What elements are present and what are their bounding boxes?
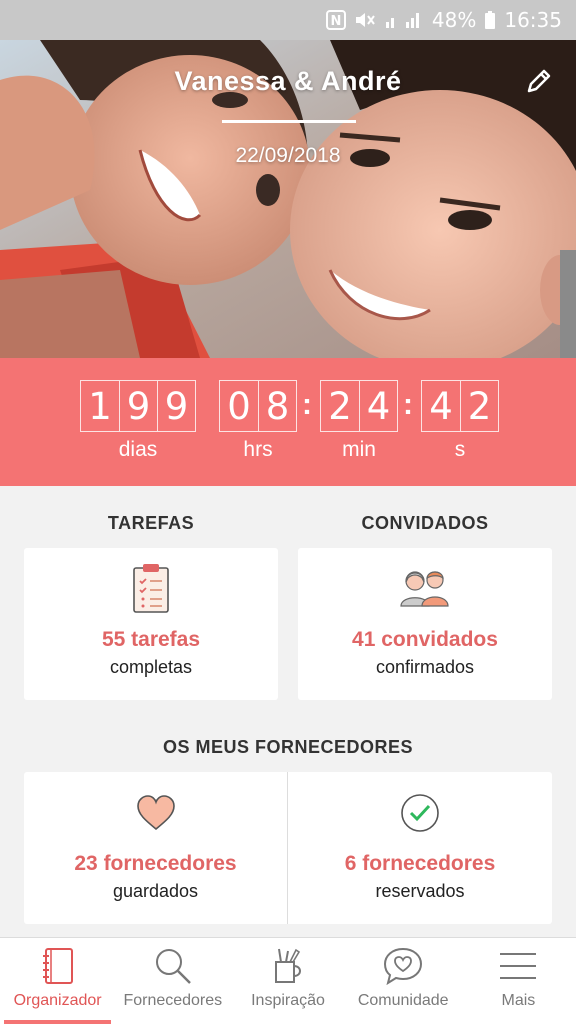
battery-icon [484, 10, 496, 30]
couple-photo-header: Vanessa & André 22/09/2018 [0, 40, 576, 358]
nfc-icon: N [325, 10, 346, 30]
minutes-digit: 4 [359, 381, 397, 431]
booked-vendors[interactable]: 6 fornecedores reservados [288, 772, 552, 924]
saved-vendors-count: 23 fornecedores [74, 852, 237, 875]
bottom-navigation: Organizador Fornecedores Inspiração Comu… [0, 937, 576, 1024]
seconds-digit: 4 [429, 384, 453, 428]
nav-comunidade[interactable]: Comunidade [346, 938, 461, 1024]
hours-digit: 0 [227, 384, 251, 428]
couple-names: Vanessa & André [174, 66, 402, 96]
nav-fornecedores[interactable]: Fornecedores [115, 938, 230, 1024]
wedding-date: 22/09/2018 [235, 144, 341, 167]
guests-card[interactable]: 41 convidados confirmados [298, 548, 552, 700]
days-digit: 9 [119, 381, 157, 431]
heart-icon [136, 795, 175, 831]
seconds-label: s [454, 438, 466, 461]
countdown-seconds: 4 2 s [421, 380, 499, 462]
notebook-icon [42, 948, 73, 984]
guests-section-title: CONVIDADOS [361, 513, 489, 533]
nav-label: Inspiração [251, 992, 325, 1009]
tasks-card[interactable]: 55 tarefas completas [24, 548, 278, 700]
check-circle-icon [401, 794, 439, 832]
guests-status: confirmados [375, 657, 475, 677]
minutes-digit: 2 [328, 384, 352, 428]
tasks-section-title: TAREFAS [107, 513, 195, 533]
pencil-edit-icon[interactable] [524, 66, 554, 96]
minutes-label: min [342, 438, 376, 461]
saved-vendors-status: guardados [112, 881, 199, 901]
status-bar: N 48% 16:35 [0, 0, 576, 40]
chat-heart-icon [384, 947, 423, 986]
nav-label: Mais [501, 992, 536, 1009]
tasks-status: completas [109, 657, 193, 677]
nav-label: Fornecedores [123, 992, 223, 1009]
seconds-digit: 2 [460, 381, 498, 431]
vendors-card: 23 fornecedores guardados 6 fornecedores… [24, 772, 552, 924]
hours-digit: 8 [258, 381, 296, 431]
saved-vendors[interactable]: 23 fornecedores guardados [24, 772, 287, 924]
checklist-clipboard-icon [133, 564, 169, 613]
countdown-minutes: 2 4 min [320, 380, 398, 462]
days-digit: 9 [157, 381, 195, 431]
countdown-hours: 0 8 hrs [219, 380, 297, 462]
wedding-countdown: 1 9 9 dias 0 8 hrs : 2 4 min : 4 2 s [0, 358, 576, 486]
signal-icon [384, 10, 424, 30]
search-icon [155, 949, 191, 984]
guests-people-icon [400, 571, 449, 607]
nav-inspiracao[interactable]: Inspiração [230, 938, 345, 1024]
svg-text:N: N [330, 14, 341, 29]
battery-percent: 48% [431, 8, 477, 32]
menu-icon [500, 953, 537, 979]
booked-vendors-status: reservados [375, 881, 465, 901]
days-label: dias [118, 438, 158, 461]
days-digit: 1 [88, 384, 112, 428]
nav-organizador[interactable]: Organizador [0, 938, 115, 1024]
guests-count: 41 convidados [352, 628, 498, 651]
nav-label: Comunidade [357, 992, 449, 1009]
title-divider [222, 120, 356, 123]
time-separator: : [403, 388, 413, 421]
countdown-days: 1 9 9 dias [80, 380, 196, 462]
booked-vendors-count: 6 fornecedores [344, 852, 496, 875]
mute-icon [354, 10, 376, 30]
pencil-cup-icon [275, 948, 301, 983]
clock: 16:35 [504, 8, 562, 32]
nav-label: Organizador [13, 992, 102, 1009]
time-separator: : [302, 388, 312, 421]
nav-mais[interactable]: Mais [461, 938, 576, 1024]
vendors-section-title: OS MEUS FORNECEDORES [162, 737, 414, 757]
hours-label: hrs [243, 438, 273, 461]
tasks-count: 55 tarefas [101, 628, 201, 651]
